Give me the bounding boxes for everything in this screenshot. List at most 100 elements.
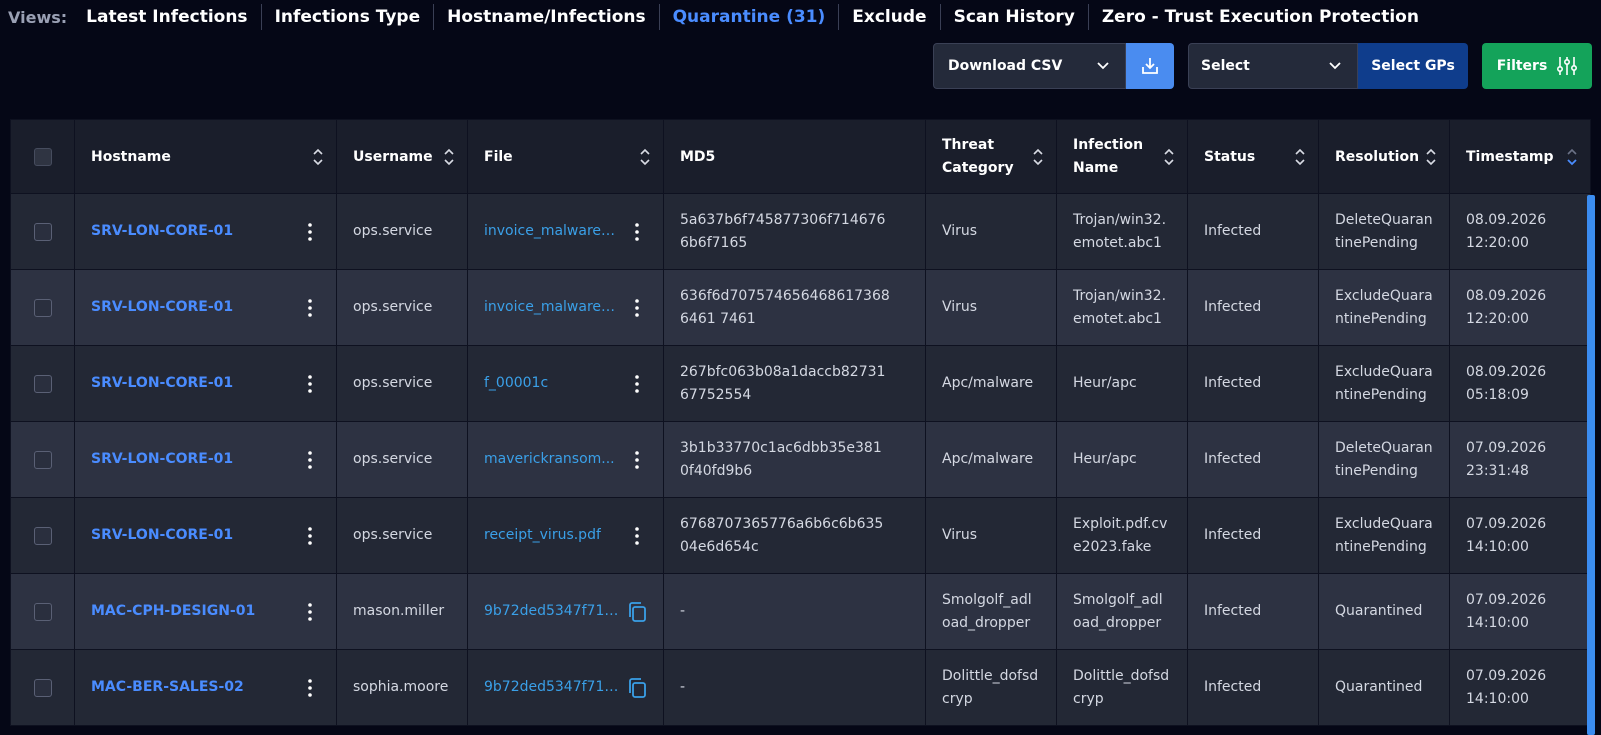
- resolution-cell: ExcludeQuarantinePending: [1318, 269, 1450, 346]
- row-checkbox[interactable]: [33, 526, 52, 545]
- row-checkbox[interactable]: [33, 374, 52, 393]
- kebab-icon[interactable]: [308, 526, 312, 545]
- kebab-icon[interactable]: [635, 222, 639, 241]
- file-link[interactable]: f_00001c: [484, 372, 548, 395]
- copy-icon[interactable]: [627, 677, 647, 699]
- kebab-icon[interactable]: [635, 526, 639, 545]
- file-action[interactable]: [627, 450, 647, 469]
- group-select-value: Select: [1201, 58, 1250, 74]
- file-link[interactable]: 9b72ded5347f718...: [484, 676, 619, 699]
- row-checkbox[interactable]: [33, 450, 52, 469]
- hostname-link[interactable]: SRV-LON-CORE-01: [91, 448, 233, 471]
- hostname-link[interactable]: MAC-BER-SALES-02: [91, 676, 244, 699]
- col-file[interactable]: File: [467, 119, 664, 194]
- md5-value: -: [680, 679, 686, 695]
- row-menu[interactable]: [300, 602, 320, 621]
- sort-desc-icon[interactable]: [1566, 147, 1578, 167]
- tab-quarantine[interactable]: Quarantine (31): [660, 4, 840, 30]
- file-action[interactable]: [627, 374, 647, 393]
- sort-icon[interactable]: [1163, 147, 1175, 167]
- tab-exclude[interactable]: Exclude: [839, 4, 941, 30]
- table-scrollbar[interactable]: [1587, 195, 1595, 735]
- col-hostname[interactable]: Hostname: [74, 119, 337, 194]
- row-menu[interactable]: [300, 450, 320, 469]
- kebab-icon[interactable]: [635, 374, 639, 393]
- row-menu[interactable]: [300, 222, 320, 241]
- file-cell: f_00001c: [467, 345, 664, 422]
- row-checkbox[interactable]: [33, 602, 52, 621]
- hostname-link[interactable]: SRV-LON-CORE-01: [91, 372, 233, 395]
- sort-icon[interactable]: [1032, 147, 1044, 167]
- col-resolution[interactable]: Resolution: [1318, 119, 1450, 194]
- kebab-icon[interactable]: [308, 222, 312, 241]
- row-select-cell[interactable]: [10, 421, 75, 498]
- kebab-icon[interactable]: [308, 450, 312, 469]
- col-threat-category[interactable]: Threat Category: [925, 119, 1057, 194]
- sort-icon[interactable]: [312, 147, 324, 167]
- row-checkbox[interactable]: [33, 222, 52, 241]
- hostname-link[interactable]: SRV-LON-CORE-01: [91, 524, 233, 547]
- tab-latest-infections[interactable]: Latest Infections: [73, 4, 262, 30]
- file-action[interactable]: [627, 526, 647, 545]
- download-csv-select[interactable]: Download CSV: [933, 43, 1126, 89]
- timestamp-cell: 08.09.2026 05:18:09: [1449, 345, 1591, 422]
- file-action[interactable]: [627, 677, 647, 699]
- kebab-icon[interactable]: [308, 374, 312, 393]
- filters-button[interactable]: Filters: [1482, 43, 1592, 89]
- status-cell: Infected: [1187, 649, 1319, 726]
- tab-infections-type[interactable]: Infections Type: [262, 4, 435, 30]
- threat-category-cell: Virus: [925, 497, 1057, 574]
- sort-icon[interactable]: [443, 147, 455, 167]
- kebab-icon[interactable]: [308, 298, 312, 317]
- row-select-cell[interactable]: [10, 497, 75, 574]
- select-gps-button[interactable]: Select GPs: [1358, 43, 1468, 89]
- row-select-cell[interactable]: [10, 649, 75, 726]
- hostname-link[interactable]: SRV-LON-CORE-01: [91, 220, 233, 243]
- row-menu[interactable]: [300, 374, 320, 393]
- kebab-icon[interactable]: [635, 298, 639, 317]
- kebab-icon[interactable]: [635, 450, 639, 469]
- tab-hostname-infections[interactable]: Hostname/Infections: [434, 4, 660, 30]
- tab-scan-history[interactable]: Scan History: [941, 4, 1089, 30]
- row-menu[interactable]: [300, 526, 320, 545]
- kebab-icon[interactable]: [308, 678, 312, 697]
- row-select-cell[interactable]: [10, 269, 75, 346]
- md5-value: 3b1b33770c1ac6dbb35e3810f40fd9b6: [680, 439, 882, 479]
- sort-icon[interactable]: [1294, 147, 1306, 167]
- file-link[interactable]: invoice_malware_...: [484, 296, 619, 319]
- md5-cell: -: [663, 573, 926, 650]
- col-username[interactable]: Username: [336, 119, 468, 194]
- col-timestamp[interactable]: Timestamp: [1449, 119, 1591, 194]
- row-select-cell[interactable]: [10, 345, 75, 422]
- col-status[interactable]: Status: [1187, 119, 1319, 194]
- file-link[interactable]: receipt_virus.pdf: [484, 524, 601, 547]
- row-checkbox[interactable]: [33, 678, 52, 697]
- select-all-cell[interactable]: [10, 119, 75, 194]
- tab-zero-trust[interactable]: Zero - Trust Execution Protection: [1089, 4, 1432, 30]
- row-select-cell[interactable]: [10, 573, 75, 650]
- row-menu[interactable]: [300, 298, 320, 317]
- infection-name-cell: Trojan/win32.emotet.abc1: [1056, 269, 1188, 346]
- row-checkbox[interactable]: [33, 298, 52, 317]
- chevron-down-icon: [1097, 62, 1109, 70]
- file-link[interactable]: invoice_malware_...: [484, 220, 619, 243]
- kebab-icon[interactable]: [308, 602, 312, 621]
- sort-icon[interactable]: [639, 147, 651, 167]
- group-select[interactable]: Select: [1188, 43, 1358, 89]
- row-select-cell[interactable]: [10, 193, 75, 270]
- copy-icon[interactable]: [627, 601, 647, 623]
- sort-icon[interactable]: [1425, 147, 1437, 167]
- download-button[interactable]: [1126, 43, 1174, 89]
- file-link[interactable]: 9b72ded5347f718...: [484, 600, 619, 623]
- col-infection-name[interactable]: Infection Name: [1056, 119, 1188, 194]
- row-menu[interactable]: [300, 678, 320, 697]
- select-all-checkbox[interactable]: [33, 147, 52, 166]
- file-link[interactable]: maverickransom...: [484, 448, 615, 471]
- hostname-link[interactable]: MAC-CPH-DESIGN-01: [91, 600, 255, 623]
- file-action[interactable]: [627, 601, 647, 623]
- hostname-link[interactable]: SRV-LON-CORE-01: [91, 296, 233, 319]
- chevron-down-icon: [1329, 62, 1341, 70]
- file-action[interactable]: [627, 298, 647, 317]
- resolution-cell: DeleteQuarantinePending: [1318, 421, 1450, 498]
- file-action[interactable]: [627, 222, 647, 241]
